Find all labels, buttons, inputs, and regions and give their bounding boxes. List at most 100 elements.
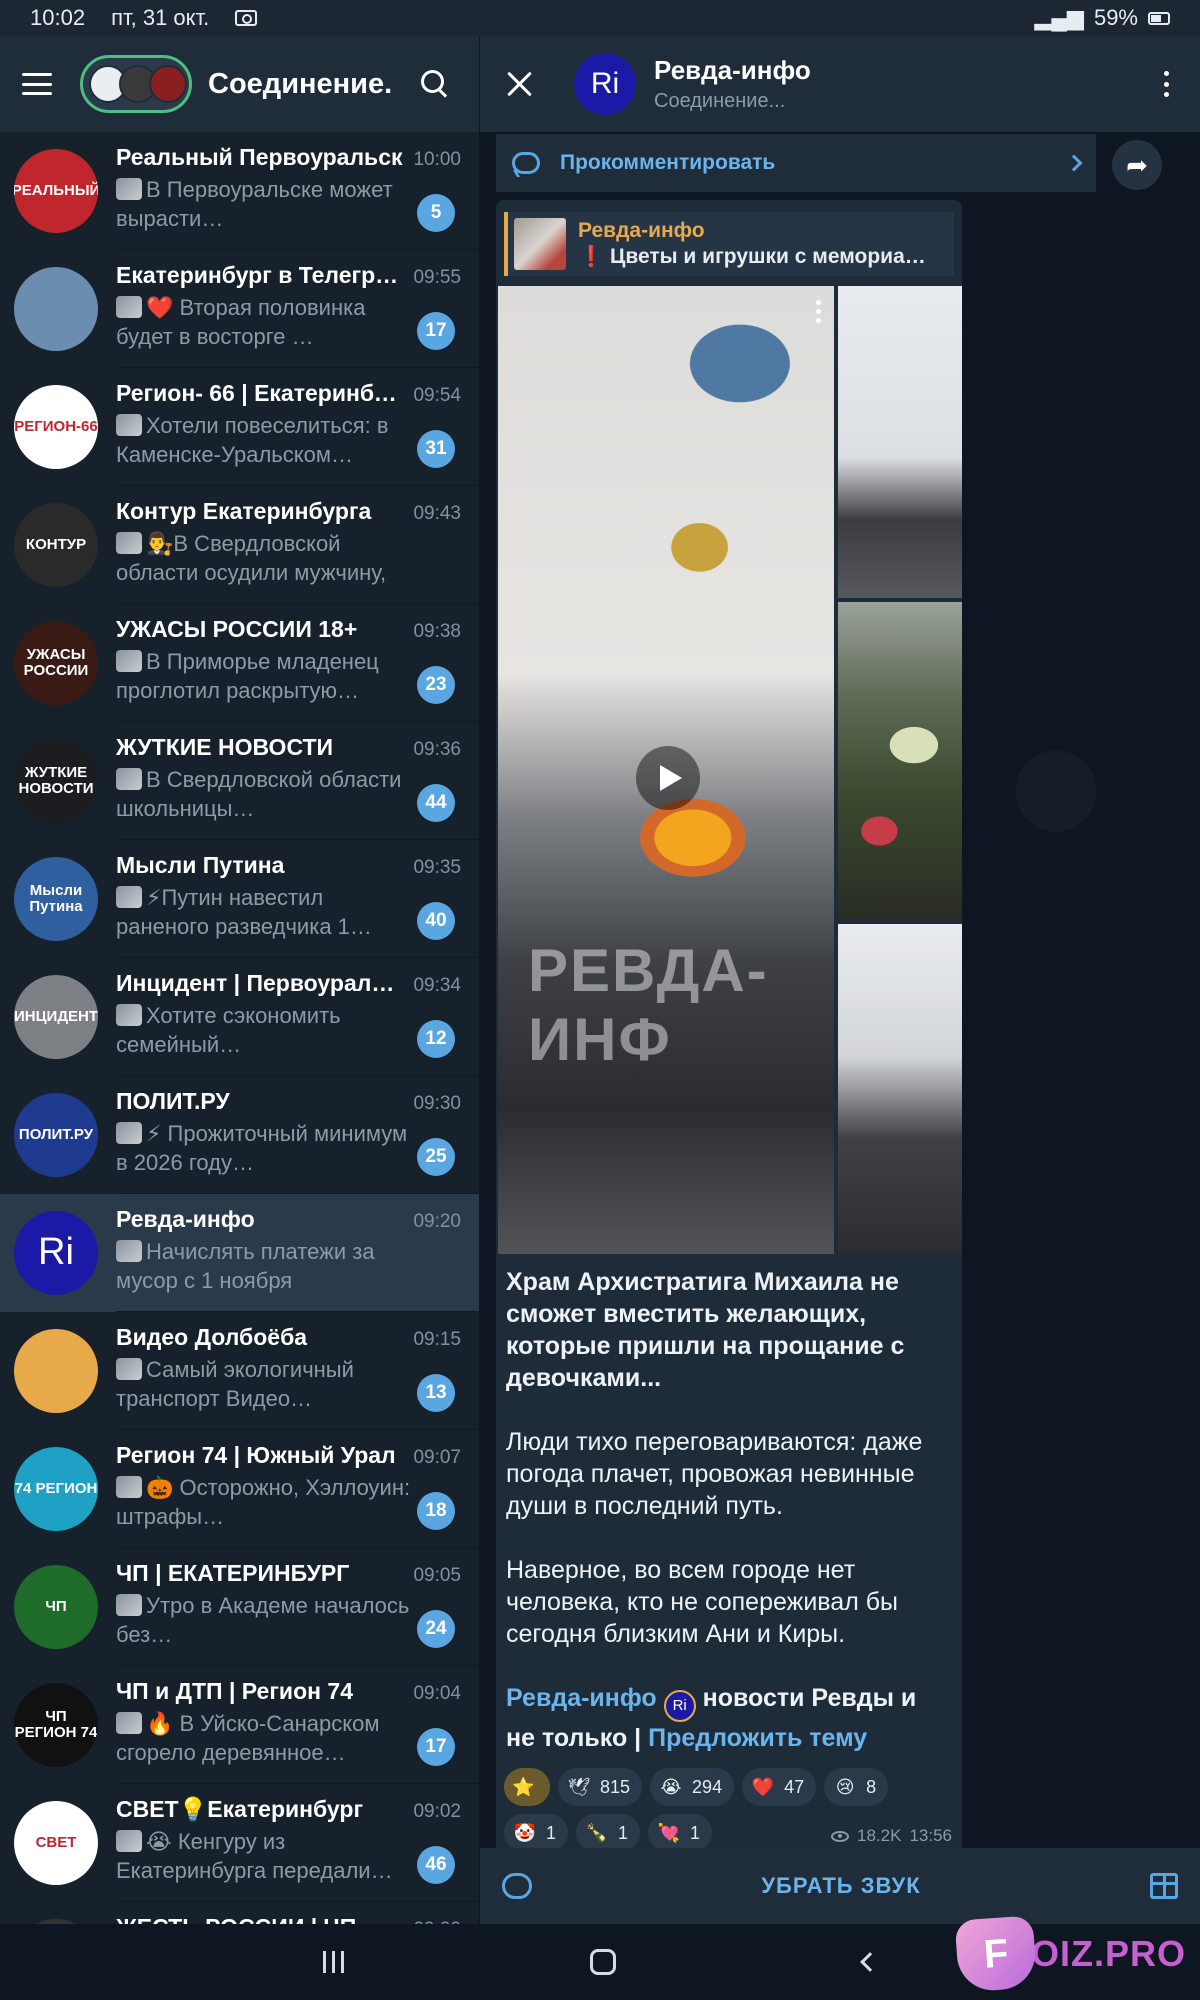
preview-thumbnail xyxy=(116,886,142,908)
recent-apps-icon[interactable] xyxy=(323,1951,345,1973)
chat-time: 09:05 xyxy=(413,1565,461,1586)
chat-item[interactable]: Екатеринбург в Телеграм 09:55 ❤️ Вторая … xyxy=(0,250,479,368)
chat-item[interactable]: ЧП РЕГИОН 74 ЧП и ДТП | Регион 74 09:04 … xyxy=(0,1666,479,1784)
chat-preview: В Свердловской области школьницы… xyxy=(116,765,412,823)
chat-avatar: ЧП РЕГИОН 74 xyxy=(14,1683,98,1767)
reaction-chip[interactable]: 🕊 815 xyxy=(558,1768,643,1806)
chat-preview: 👨‍⚖️В Свердловской области осудили мужчи… xyxy=(116,529,412,587)
chat-preview: ❤️ Вторая половинка будет в восторге … xyxy=(116,293,412,351)
reply-snippet: ❗ Цветы и игрушки с мемориал… xyxy=(578,245,938,268)
chat-item[interactable]: СВЕТ СВЕТ💡Екатеринбург 09:02 😭 Кенгуру и… xyxy=(0,1784,479,1902)
preview-thumbnail xyxy=(116,1358,142,1380)
chat-item[interactable]: КОНТУР Контур Екатеринбурга 09:43 👨‍⚖️В … xyxy=(0,486,479,604)
back-icon[interactable] xyxy=(859,1952,880,1972)
chat-avatar: ЖУТКИЕ НОВОСТИ xyxy=(14,739,98,823)
reaction-chip[interactable]: 💘 1 xyxy=(648,1814,713,1852)
discussion-icon[interactable] xyxy=(502,1873,532,1899)
gift-icon[interactable] xyxy=(1150,1873,1178,1899)
folder-pill[interactable] xyxy=(80,55,192,113)
reaction-emoji-icon: 🕊 xyxy=(567,1776,591,1797)
chat-item[interactable]: 74 РЕГИОН Регион 74 | Южный Урал 09:07 🎃… xyxy=(0,1430,479,1548)
chat-time: 09:04 xyxy=(413,1683,461,1704)
unread-badge: 44 xyxy=(417,784,455,822)
reply-quote[interactable]: Ревда-инфо ❗ Цветы и игрушки с мемориал… xyxy=(504,212,954,276)
chat-item[interactable]: Видео Долбоёба 09:15 Самый экологичный т… xyxy=(0,1312,479,1430)
suggest-topic-link[interactable]: Предложить тему xyxy=(648,1724,867,1752)
chat-preview: В Первоуральске может вырасти… xyxy=(116,175,412,233)
chat-item[interactable]: ЖУТКИЕ НОВОСТИ ЖУТКИЕ НОВОСТИ 09:36 В Св… xyxy=(0,722,479,840)
chat-item[interactable]: РЕГИОН-66 Регион- 66 | Екатеринбург 09:5… xyxy=(0,368,479,486)
reaction-count: 1 xyxy=(618,1822,629,1843)
mute-button[interactable]: УБРАТЬ ЗВУК xyxy=(532,1873,1150,1899)
folder-avatar-3 xyxy=(149,65,187,103)
reaction-chip[interactable]: 🤡 1 xyxy=(504,1814,569,1852)
preview-thumbnail xyxy=(116,1594,142,1616)
channel-avatar[interactable]: Ri xyxy=(574,53,636,115)
preview-thumbnail xyxy=(116,178,142,200)
video-thumbnail[interactable]: РЕВДА-ИНФ xyxy=(498,286,834,1254)
photo-church[interactable] xyxy=(838,286,962,598)
chat-item[interactable]: Ri Ревда-инфо 09:20 Начислять платежи за… xyxy=(0,1194,479,1312)
chat-item[interactable]: ЖЕСТЬ РОССИИ | ЧП 09:00 xyxy=(0,1902,479,1924)
chat-name: Регион- 66 | Екатеринбург xyxy=(116,380,404,406)
reaction-count: 47 xyxy=(784,1776,805,1797)
menu-icon[interactable] xyxy=(22,73,52,95)
chat-name: Реальный Первоуральск xyxy=(116,144,403,170)
chat-time: 09:02 xyxy=(413,1801,461,1822)
reaction-chip[interactable]: ❤️ 47 xyxy=(742,1768,817,1806)
comment-label: Прокомментировать xyxy=(560,151,776,174)
media-more-icon[interactable] xyxy=(816,300,822,323)
chat-preview-text: ❤️ Вторая половинка будет в восторге … xyxy=(116,295,366,349)
comment-button[interactable]: Прокомментировать xyxy=(496,134,1096,192)
chat-item[interactable]: ПОЛИТ.РУ ПОЛИТ.РУ 09:30 ⚡ Прожиточный ми… xyxy=(0,1076,479,1194)
chat-preview: 😭 Кенгуру из Екатеринбурга передали… xyxy=(116,1827,412,1885)
post-headline: Храм Архистратига Михаила не сможет вмес… xyxy=(506,1268,905,1392)
chat-item[interactable]: ЧП ЧП | ЕКАТЕРИНБУРГ 09:05 Утро в Академ… xyxy=(0,1548,479,1666)
chat-time: 10:00 xyxy=(413,149,461,170)
reaction-count: 294 xyxy=(692,1776,723,1797)
close-icon[interactable] xyxy=(506,70,534,98)
home-icon[interactable] xyxy=(590,1949,617,1975)
chat-preview: В Приморье младенец проглотил раскрытую… xyxy=(116,647,412,705)
chat-name: Контур Екатеринбурга xyxy=(116,498,372,524)
reaction-emoji-icon: ⭐ xyxy=(512,1776,535,1797)
brand-text: OIZ.PRO xyxy=(1030,1933,1186,1974)
reaction-chip[interactable]: 😭 294 xyxy=(650,1768,735,1806)
reaction-chip[interactable]: 😢 8 xyxy=(824,1768,889,1806)
unread-badge: 46 xyxy=(417,1846,455,1884)
reaction-chip[interactable]: 🍾 1 xyxy=(576,1814,641,1852)
preview-thumbnail xyxy=(116,1004,142,1026)
chat-preview-text: 🎃 Осторожно, Хэллоуин: штрафы… xyxy=(116,1475,411,1529)
share-button[interactable]: ➦ xyxy=(1112,140,1162,190)
channel-info[interactable]: Ревда-инфо Соединение... xyxy=(654,55,1164,113)
channel-link[interactable]: Ревда-инфо xyxy=(506,1684,657,1712)
chat-item[interactable]: ИНЦИДЕНТ Инцидент | Первоуральск 09:34 Х… xyxy=(0,958,479,1076)
reaction-emoji-icon: 😭 xyxy=(660,1776,682,1797)
photo-flowers[interactable] xyxy=(838,602,962,920)
status-date: пт, 31 окт. xyxy=(111,5,210,30)
post-footer: Ревда-инфо Ri новости Ревды и не только … xyxy=(506,1682,952,1754)
preview-thumbnail xyxy=(116,1830,142,1852)
chat-name: УЖАСЫ РОССИИ 18+ xyxy=(116,616,358,642)
chat-item[interactable]: Мысли Путина Мысли Путина 09:35 ⚡Путин н… xyxy=(0,840,479,958)
chat-name: Ревда-инфо xyxy=(116,1206,255,1232)
preview-thumbnail xyxy=(116,532,142,554)
reaction-emoji-icon: 💘 xyxy=(657,1822,681,1843)
photo-crowd[interactable] xyxy=(838,924,962,1254)
play-icon[interactable] xyxy=(636,746,700,810)
post-meta: 18.2K 13:56 xyxy=(831,1826,952,1846)
reaction-chip[interactable]: ⭐ xyxy=(504,1768,550,1806)
more-options-icon[interactable] xyxy=(1164,71,1170,97)
screenshot-icon xyxy=(235,10,258,26)
reaction-emoji-icon: 😢 xyxy=(835,1776,855,1797)
chat-preview: ⚡Путин навестил раненого разведчика 1… xyxy=(116,883,412,941)
chat-preview-text: В Первоуральске может вырасти… xyxy=(116,177,393,231)
post-text: Храм Архистратига Михаила не сможет вмес… xyxy=(496,1254,962,1754)
channel-post: Ревда-инфо ❗ Цветы и игрушки с мемориал…… xyxy=(496,200,962,1856)
channel-name: Ревда-инфо xyxy=(654,55,811,85)
unread-badge: 40 xyxy=(417,902,455,940)
chat-item[interactable]: РЕАЛЬНЫЙ Реальный Первоуральск 10:00 В П… xyxy=(0,132,479,250)
chat-name: ЧП | ЕКАТЕРИНБУРГ xyxy=(116,1560,350,1586)
chat-item[interactable]: УЖАСЫ РОССИИ УЖАСЫ РОССИИ 18+ 09:38 В Пр… xyxy=(0,604,479,722)
search-icon[interactable] xyxy=(421,70,449,98)
